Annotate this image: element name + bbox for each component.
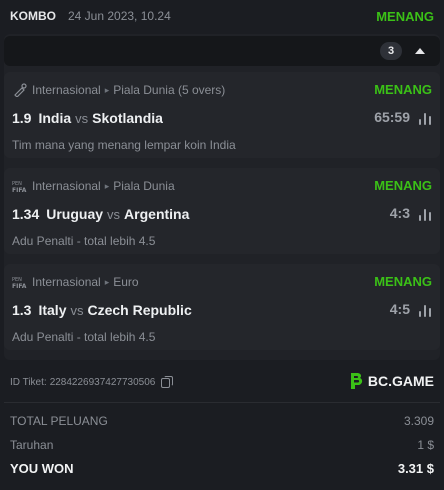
won-label: YOU WON xyxy=(10,461,74,476)
svg-text:FIFA: FIFA xyxy=(12,283,27,289)
match-odds: 1.9 xyxy=(12,110,32,126)
market-description: Adu Penalti - total lebih 4.5 xyxy=(12,234,156,248)
market-description: Tim mana yang menang lempar koin India xyxy=(12,138,236,152)
match-status-badge: MENANG xyxy=(374,82,432,97)
match-score: 65:59 xyxy=(374,109,410,125)
match-score: 4:3 xyxy=(389,205,410,221)
divider xyxy=(4,402,440,403)
stats-bar-icon[interactable] xyxy=(419,305,431,317)
away-team: Skotlandia xyxy=(92,110,163,126)
stats-bar-icon[interactable] xyxy=(419,113,431,125)
bet-header: KOMBO 24 Jun 2023, 10.24 MENANG xyxy=(0,0,444,32)
league-tournament[interactable]: Piala Dunia (5 overs) xyxy=(113,83,225,97)
match-status-badge: MENANG xyxy=(374,274,432,289)
won-value: 3.31 $ xyxy=(397,461,434,476)
league-path: Internasional ▸ Piala Dunia (5 overs) xyxy=(12,82,225,98)
home-team: Italy xyxy=(38,302,67,318)
match-teams: 1.3 Italy vs Czech Republic xyxy=(12,300,192,320)
brand-name: BC.GAME xyxy=(367,373,434,389)
league-category[interactable]: Internasional xyxy=(32,179,101,193)
total-odds-row: TOTAL PELUANG 3.309 xyxy=(10,414,434,428)
home-team: India xyxy=(38,110,72,126)
versus-label: vs xyxy=(75,110,89,126)
ticket-id-row: ID Tiket: 2284226937427730506 xyxy=(10,376,174,388)
svg-text:FIFA: FIFA xyxy=(12,187,27,193)
chevron-right-icon: ▸ xyxy=(104,180,110,191)
stake-label: Taruhan xyxy=(10,438,54,452)
penalty-fifa-icon: PEN FIFA xyxy=(12,179,28,193)
copy-icon[interactable] xyxy=(161,376,174,388)
match-status-badge: MENANG xyxy=(374,178,432,193)
league-tournament[interactable]: Euro xyxy=(113,275,138,289)
bet-type-label: KOMBO xyxy=(10,9,56,23)
home-team: Uruguay xyxy=(46,206,104,222)
ticket-id-value: 2284226937427730506 xyxy=(49,376,156,388)
bet-datetime: 24 Jun 2023, 10.24 xyxy=(68,9,171,23)
market-description: Adu Penalti - total lebih 4.5 xyxy=(12,330,156,344)
league-tournament[interactable]: Piala Dunia xyxy=(113,179,174,193)
away-team: Czech Republic xyxy=(87,302,192,318)
total-odds-value: 3.309 xyxy=(403,414,434,428)
bet-status-badge: MENANG xyxy=(376,8,434,24)
ticket-id-label: ID Tiket: xyxy=(10,376,47,388)
chevron-up-icon xyxy=(415,48,425,54)
penalty-fifa-icon: PEN FIFA xyxy=(12,275,28,289)
league-path: PEN FIFA Internasional ▸ Euro xyxy=(12,274,139,290)
stats-bar-icon[interactable] xyxy=(419,209,431,221)
match-teams: 1.9 India vs Skotlandia xyxy=(12,108,163,128)
selections-collapse-bar[interactable] xyxy=(4,36,440,66)
league-category[interactable]: Internasional xyxy=(32,275,101,289)
collapse-toggle-button[interactable] xyxy=(412,44,428,58)
chevron-right-icon: ▸ xyxy=(104,276,110,287)
bc-game-logo-icon xyxy=(350,373,363,389)
match-card: Internasional ▸ Piala Dunia (5 overs) ME… xyxy=(4,72,440,158)
selection-count-badge: 3 xyxy=(380,42,402,60)
total-odds-label: TOTAL PELUANG xyxy=(10,414,108,428)
league-path: PEN FIFA Internasional ▸ Piala Dunia xyxy=(12,178,175,194)
won-row: YOU WON 3.31 $ xyxy=(10,461,434,476)
match-teams: 1.34 Uruguay vs Argentina xyxy=(12,204,189,224)
stake-row: Taruhan 1 $ xyxy=(10,438,434,452)
versus-label: vs xyxy=(107,206,121,222)
away-team: Argentina xyxy=(124,206,190,222)
stake-value: 1 $ xyxy=(417,438,434,452)
versus-label: vs xyxy=(70,302,84,318)
brand-logo: BC.GAME xyxy=(348,372,434,390)
match-card: PEN FIFA Internasional ▸ Euro MENANG 1.3 … xyxy=(4,264,440,350)
match-odds: 1.3 xyxy=(12,302,32,318)
match-odds: 1.34 xyxy=(12,206,40,222)
league-category[interactable]: Internasional xyxy=(32,83,101,97)
match-score: 4:5 xyxy=(389,301,410,317)
cricket-icon xyxy=(12,83,28,97)
chevron-right-icon: ▸ xyxy=(104,84,110,95)
match-card: PEN FIFA Internasional ▸ Piala Dunia MENA… xyxy=(4,168,440,254)
